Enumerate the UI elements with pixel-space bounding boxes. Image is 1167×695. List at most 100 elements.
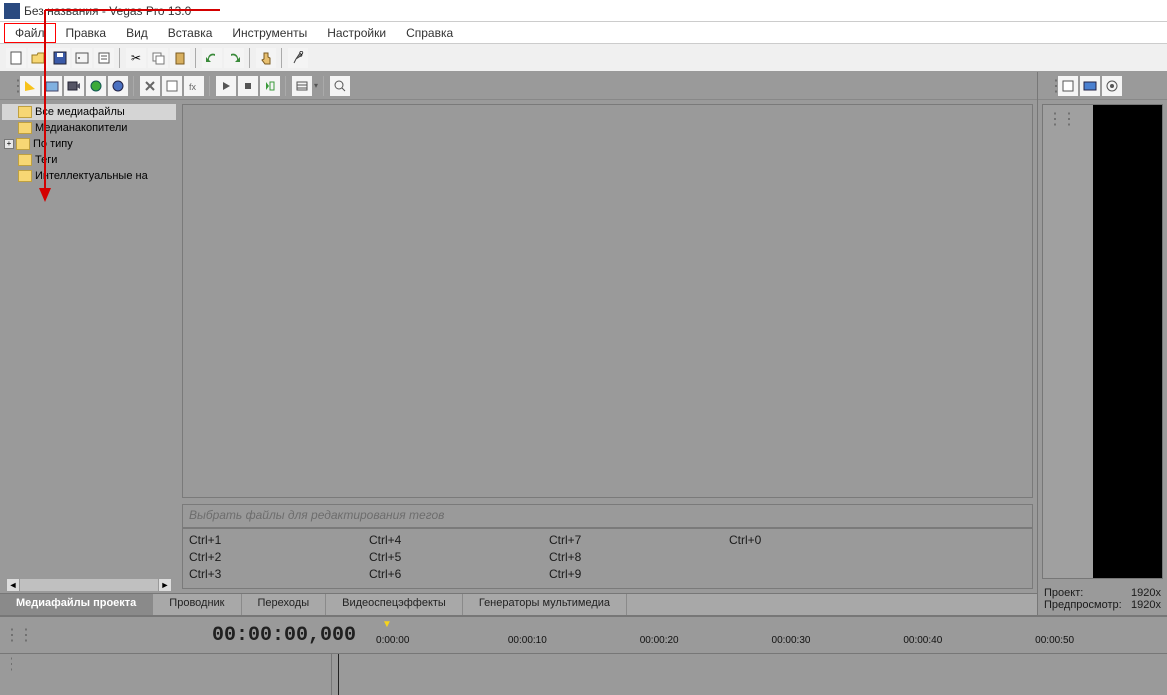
tab-video-fx[interactable]: Видеоспецэффекты xyxy=(326,594,463,615)
tab-explorer[interactable]: Проводник xyxy=(153,594,241,615)
svg-text:fx: fx xyxy=(189,82,197,92)
menu-view[interactable]: Вид xyxy=(116,24,158,42)
folder-icon xyxy=(18,122,32,134)
playhead-cursor-icon[interactable]: ▼ xyxy=(382,619,392,630)
shortcut-cell[interactable]: Ctrl+2 xyxy=(189,550,369,567)
pm-media-list[interactable] xyxy=(182,104,1033,498)
menu-edit[interactable]: Правка xyxy=(56,24,117,42)
copy-button[interactable] xyxy=(148,48,168,68)
folder-icon xyxy=(18,154,32,166)
shortcut-cell[interactable] xyxy=(729,567,909,584)
pm-toolbar: ⋮⋮ fx ▾ xyxy=(0,72,1037,100)
properties-button[interactable] xyxy=(94,48,114,68)
menu-help[interactable]: Справка xyxy=(396,24,463,42)
playhead-time[interactable]: 00:00:00,000 xyxy=(192,624,376,647)
menu-insert[interactable]: Вставка xyxy=(158,24,223,42)
timeline: ⋮⋮ 00:00:00,000 ▼ 0:00:00 00:00:10 00:00… xyxy=(0,615,1167,695)
pm-stop-button[interactable] xyxy=(238,76,258,96)
shortcut-cell[interactable]: Ctrl+0 xyxy=(729,533,909,550)
redo-button[interactable] xyxy=(224,48,244,68)
tree-node-smart[interactable]: Интеллектуальные на xyxy=(2,168,176,184)
tree-hscroll[interactable]: ◄ ► xyxy=(6,577,172,593)
tree-label: Все медиафайлы xyxy=(35,106,125,118)
tree-label: Медианакопители xyxy=(35,122,127,134)
value-preview-res: 1920x xyxy=(1131,599,1161,611)
app-icon xyxy=(4,3,20,19)
tree-node-tags[interactable]: Теги xyxy=(2,152,176,168)
menu-tools[interactable]: Инструменты xyxy=(222,24,317,42)
main-toolbar: ✂ ? xyxy=(0,44,1167,72)
shortcut-cell[interactable]: Ctrl+9 xyxy=(549,567,729,584)
pm-properties-button[interactable] xyxy=(162,76,182,96)
grip-icon[interactable]: ⋮⋮ xyxy=(1043,109,1055,129)
pm-get-media-web-button[interactable] xyxy=(108,76,128,96)
shortcut-cell[interactable]: Ctrl+6 xyxy=(369,567,549,584)
pm-autopreview-button[interactable] xyxy=(260,76,280,96)
touch-button[interactable] xyxy=(256,48,276,68)
tag-edit-field[interactable]: Выбрать файлы для редактирования тегов xyxy=(182,504,1033,528)
project-media-panel: ⋮⋮ fx ▾ Все медиафайлы xyxy=(0,72,1038,615)
shortcut-cell[interactable]: Ctrl+7 xyxy=(549,533,729,550)
new-button[interactable] xyxy=(6,48,26,68)
label-preview: Предпросмотр: xyxy=(1044,599,1122,611)
paste-button[interactable] xyxy=(170,48,190,68)
tab-media-generators[interactable]: Генераторы мультимедиа xyxy=(463,594,627,615)
tree-node-all-media[interactable]: Все медиафайлы xyxy=(2,104,176,120)
pv-toolbar: ⋮⋮ xyxy=(1038,72,1167,100)
pm-play-button[interactable] xyxy=(216,76,236,96)
bottom-tabs: Медиафайлы проекта Проводник Переходы Ви… xyxy=(0,593,1037,615)
pv-external-monitor-button[interactable] xyxy=(1080,76,1100,96)
expand-icon[interactable]: + xyxy=(4,139,14,149)
menu-file[interactable]: Файл xyxy=(4,23,56,43)
tab-transitions[interactable]: Переходы xyxy=(242,594,327,615)
shortcut-cell[interactable]: Ctrl+4 xyxy=(369,533,549,550)
pm-remove-unused-button[interactable] xyxy=(20,76,40,96)
track-headers[interactable] xyxy=(12,654,332,695)
shortcut-cell[interactable]: Ctrl+5 xyxy=(369,550,549,567)
folder-icon xyxy=(18,106,32,118)
track-area[interactable] xyxy=(332,654,1167,695)
open-button[interactable] xyxy=(28,48,48,68)
menu-options[interactable]: Настройки xyxy=(317,24,396,42)
time-ruler[interactable]: ▼ 0:00:00 00:00:10 00:00:20 00:00:30 00:… xyxy=(376,617,1167,653)
pm-tree[interactable]: Все медиафайлы Медианакопители + По типу… xyxy=(0,100,178,593)
playhead-line[interactable] xyxy=(338,654,339,695)
scroll-track[interactable] xyxy=(20,579,158,591)
render-as-button[interactable] xyxy=(72,48,92,68)
pm-remove-button[interactable] xyxy=(140,76,160,96)
pm-fx-button[interactable]: fx xyxy=(184,76,204,96)
pm-capture-video-button[interactable] xyxy=(64,76,84,96)
undo-button[interactable] xyxy=(202,48,222,68)
pm-search-button[interactable] xyxy=(330,76,350,96)
shortcut-cell[interactable]: Ctrl+8 xyxy=(549,550,729,567)
pm-get-photo-button[interactable] xyxy=(86,76,106,96)
shortcut-cell[interactable]: Ctrl+1 xyxy=(189,533,369,550)
tree-label: Интеллектуальные на xyxy=(35,170,148,182)
value-project-res: 1920x xyxy=(1131,587,1161,599)
folder-icon xyxy=(18,170,32,182)
pm-views-button[interactable] xyxy=(292,76,312,96)
shortcut-cell[interactable] xyxy=(729,550,909,567)
scroll-right-icon[interactable]: ► xyxy=(158,578,172,592)
pm-import-button[interactable] xyxy=(42,76,62,96)
save-button[interactable] xyxy=(50,48,70,68)
tab-project-media[interactable]: Медиафайлы проекта xyxy=(0,594,153,615)
grip-icon[interactable]: ⋮⋮ xyxy=(1044,76,1056,96)
preview-status: Проект:1920x Предпросмотр:1920x xyxy=(1038,583,1167,615)
svg-text:?: ? xyxy=(299,51,304,59)
preview-video[interactable]: ⋮⋮ xyxy=(1042,104,1163,579)
titlebar: Без названия - Vegas Pro 13.0 xyxy=(0,0,1167,22)
pv-output-fx-button[interactable] xyxy=(1102,76,1122,96)
tree-node-by-type[interactable]: + По типу xyxy=(2,136,176,152)
shortcut-cell[interactable]: Ctrl+3 xyxy=(189,567,369,584)
grip-icon[interactable]: ⋮⋮ xyxy=(6,76,18,96)
help-button[interactable]: ? xyxy=(288,48,308,68)
preview-panel: ⋮⋮ ⋮⋮ Проект:1920x Предпросмотр:1920x xyxy=(1038,72,1167,615)
tree-node-media-drives[interactable]: Медианакопители xyxy=(2,120,176,136)
cut-button[interactable]: ✂ xyxy=(126,48,146,68)
grip-icon[interactable]: ⋮⋮ xyxy=(0,654,12,695)
grip-icon[interactable]: ⋮⋮ xyxy=(0,625,12,645)
window-title: Без названия - Vegas Pro 13.0 xyxy=(24,4,191,18)
pv-project-props-button[interactable] xyxy=(1058,76,1078,96)
scroll-left-icon[interactable]: ◄ xyxy=(6,578,20,592)
